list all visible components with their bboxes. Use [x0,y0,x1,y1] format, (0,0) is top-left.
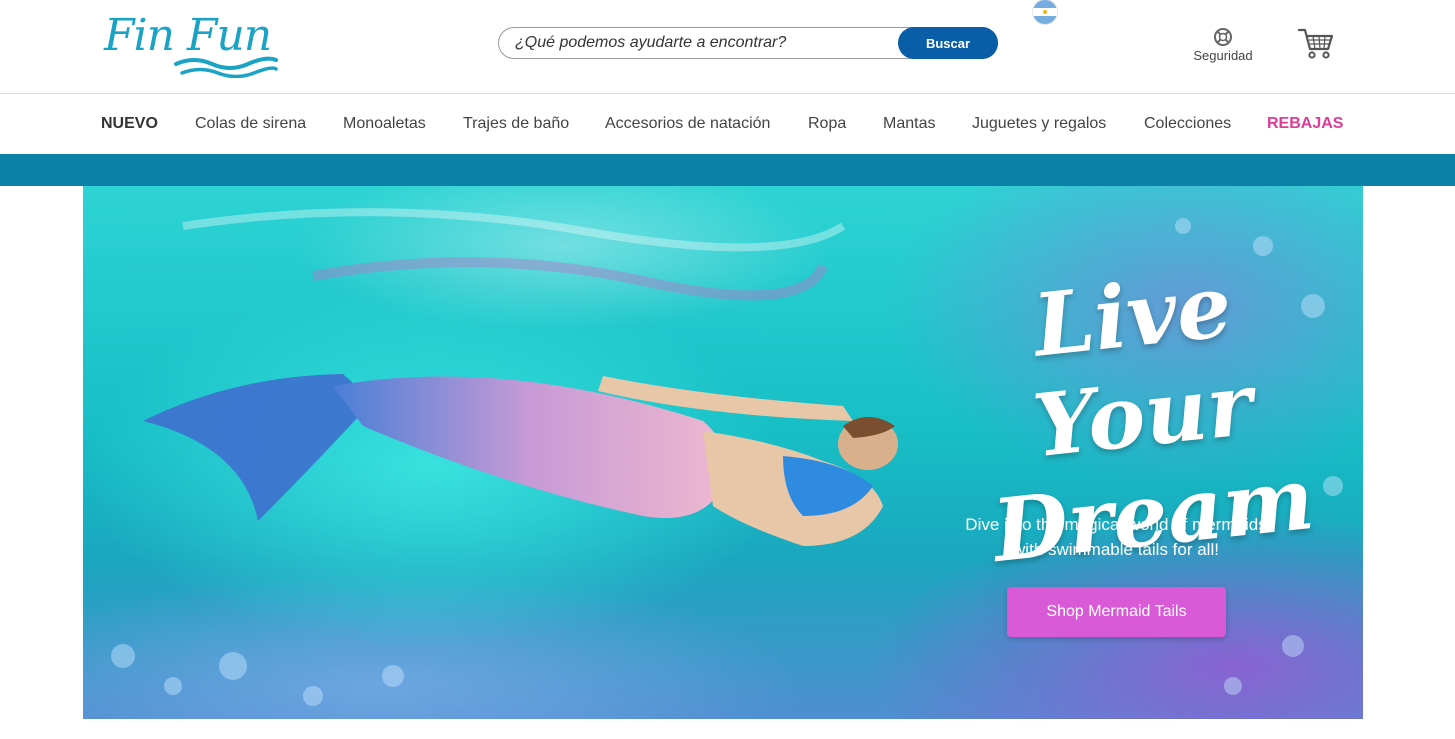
logo-waves-icon [174,56,278,78]
lifebuoy-icon [1214,28,1232,46]
nav-item-trajes-de-bano[interactable]: Trajes de baño [463,115,569,133]
search-bar: Buscar [498,27,998,59]
search-input[interactable] [515,28,895,58]
hero-banner[interactable]: Live Your Dream Dive into the magical wo… [83,186,1363,719]
site-header: Fin Fun Buscar Seguridad [0,0,1455,94]
promo-band [0,154,1455,186]
cart-icon[interactable] [1297,26,1335,60]
nav-item-nuevo[interactable]: NUEVO [101,115,158,133]
nav-item-ropa[interactable]: Ropa [808,115,846,133]
nav-item-juguetes[interactable]: Juguetes y regalos [972,115,1106,133]
shop-mermaid-tails-button[interactable]: Shop Mermaid Tails [1007,587,1226,637]
nav-item-colecciones[interactable]: Colecciones [1144,115,1231,133]
search-button[interactable]: Buscar [898,27,998,59]
nav-item-rebajas[interactable]: REBAJAS [1267,115,1343,133]
main-nav: NUEVO Colas de sirena Monoaletas Trajes … [0,95,1455,154]
argentina-flag-icon[interactable] [1033,0,1057,24]
finfun-logo[interactable]: Fin Fun [104,10,279,78]
security-link[interactable]: Seguridad [1186,26,1260,66]
nav-item-mantas[interactable]: Mantas [883,115,935,133]
hero-subtitle-line2: with swimmable tails for all! [1013,540,1219,559]
hero-subtitle-line1: Dive into the magical world of mermaids [965,515,1267,534]
hero-subtitle: Dive into the magical world of mermaids … [923,512,1309,562]
nav-item-colas-de-sirena[interactable]: Colas de sirena [195,115,306,133]
security-label: Seguridad [1193,48,1253,63]
nav-item-monoaletas[interactable]: Monoaletas [343,115,426,133]
nav-item-accesorios[interactable]: Accesorios de natación [605,115,770,133]
